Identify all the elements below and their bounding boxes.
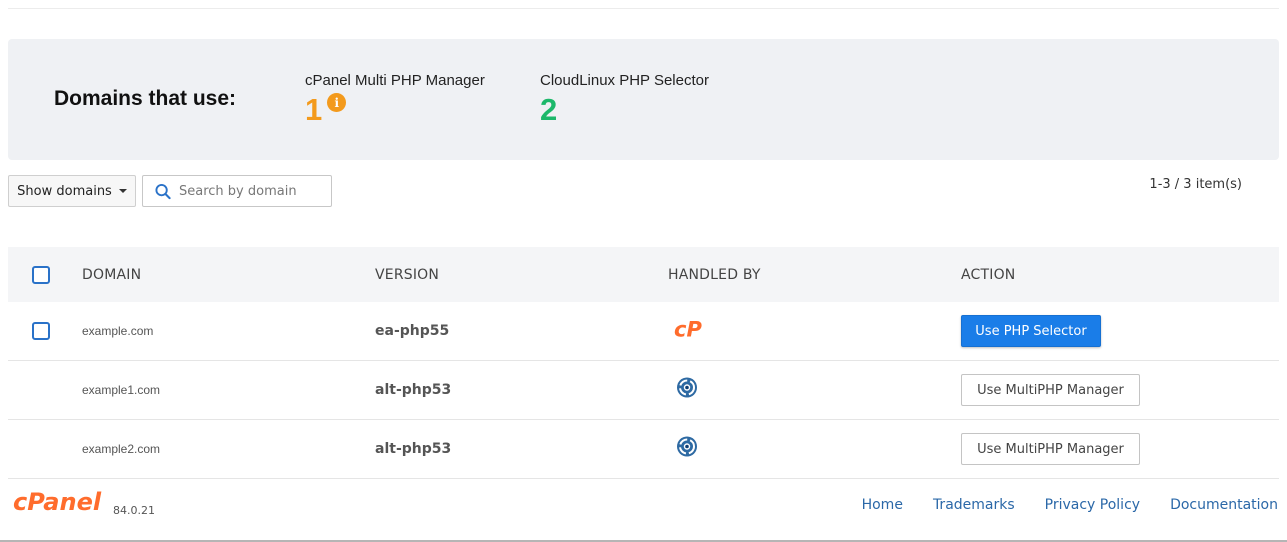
- row-checkbox[interactable]: [32, 322, 50, 340]
- footer-link-trademarks[interactable]: Trademarks: [933, 497, 1015, 513]
- column-header-version[interactable]: VERSION: [375, 267, 439, 283]
- use-multiphp-manager-button[interactable]: Use MultiPHP Manager: [961, 374, 1140, 406]
- pagination-info: 1-3 / 3 item(s): [1149, 177, 1242, 192]
- domains-table: DOMAIN VERSION HANDLED BY ACTION example…: [8, 247, 1279, 479]
- action-cell: Use MultiPHP Manager: [961, 433, 1140, 465]
- stat-multiphp: cPanel Multi PHP Manager 1 i: [305, 72, 485, 129]
- footer-links: Home Trademarks Privacy Policy Documenta…: [862, 497, 1278, 513]
- table-row: example.com ea-php55 cP Use PHP Selector: [8, 302, 1279, 361]
- php-version: ea-php55: [375, 323, 450, 339]
- stat-php-selector-count: 2: [540, 92, 558, 127]
- logo-text: cPanel: [13, 488, 102, 516]
- info-icon[interactable]: i: [327, 93, 347, 112]
- footer-link-home[interactable]: Home: [862, 497, 903, 513]
- stat-php-selector: CloudLinux PHP Selector 2: [540, 72, 709, 129]
- select-all-checkbox[interactable]: [32, 266, 50, 284]
- search-field[interactable]: [142, 175, 332, 207]
- table-row: example1.com alt-php53 Use MultiPHP Mana…: [8, 361, 1279, 420]
- search-input[interactable]: [177, 182, 331, 200]
- cpanel-logo[interactable]: cPanel: [13, 488, 109, 521]
- cloudlinux-handler-icon: [676, 377, 698, 404]
- column-header-handled-by[interactable]: HANDLED BY: [668, 267, 761, 283]
- svg-text:cP: cP: [674, 318, 702, 340]
- summary-title: Domains that use:: [54, 87, 237, 110]
- stat-php-selector-label: CloudLinux PHP Selector: [540, 72, 709, 89]
- action-cell: Use MultiPHP Manager: [961, 374, 1140, 406]
- cpanel-version: 84.0.21: [113, 504, 155, 517]
- column-header-action: ACTION: [961, 267, 1016, 283]
- domain-name: example1.com: [82, 383, 161, 397]
- column-header-domain[interactable]: DOMAIN: [82, 267, 141, 283]
- domain-name: example2.com: [82, 442, 161, 456]
- cpanel-handler-icon: cP: [673, 318, 707, 345]
- show-domains-dropdown[interactable]: Show domains: [8, 175, 136, 207]
- stat-multiphp-count-row: 1 i: [305, 91, 485, 129]
- stat-multiphp-count: 1: [305, 92, 323, 127]
- caret-down-icon: [118, 189, 127, 193]
- summary-panel: Domains that use: cPanel Multi PHP Manag…: [8, 39, 1279, 160]
- show-domains-label: Show domains: [17, 183, 112, 199]
- use-php-selector-button[interactable]: Use PHP Selector: [961, 315, 1101, 347]
- use-multiphp-manager-button[interactable]: Use MultiPHP Manager: [961, 433, 1140, 465]
- php-version: alt-php53: [375, 382, 452, 398]
- stat-php-selector-count-row: 2: [540, 91, 709, 129]
- table-row: example2.com alt-php53 Use MultiPHP Mana…: [8, 420, 1279, 479]
- domain-name: example.com: [82, 324, 154, 338]
- table-header: DOMAIN VERSION HANDLED BY ACTION: [8, 247, 1279, 302]
- php-version: alt-php53: [375, 441, 452, 457]
- select-all-cell: [32, 266, 50, 284]
- stat-multiphp-label: cPanel Multi PHP Manager: [305, 72, 485, 89]
- row-select-cell: [32, 322, 50, 340]
- footer: cPanel 84.0.21 Home Trademarks Privacy P…: [0, 486, 1287, 526]
- footer-link-documentation[interactable]: Documentation: [1170, 497, 1278, 513]
- top-divider: [8, 8, 1279, 9]
- footer-link-privacy-policy[interactable]: Privacy Policy: [1045, 497, 1140, 513]
- cloudlinux-handler-icon: [676, 436, 698, 463]
- search-icon: [155, 183, 171, 199]
- action-cell: Use PHP Selector: [961, 315, 1101, 347]
